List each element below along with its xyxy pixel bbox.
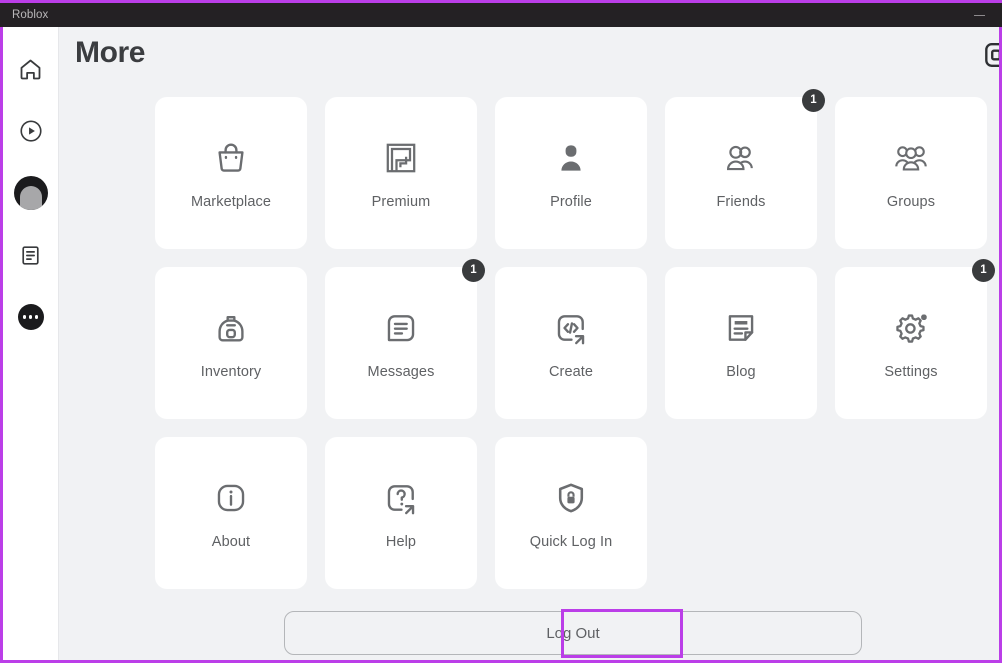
tile-blog[interactable]: Blog [665, 267, 817, 419]
status-badge: 1 [802, 89, 825, 112]
play-circle-icon [18, 118, 44, 144]
dot [29, 315, 33, 319]
person-filled-icon [549, 136, 593, 180]
window-title: Roblox [12, 9, 48, 21]
logout-button[interactable]: Log Out [284, 611, 862, 655]
chat-document-icon [18, 243, 43, 268]
avatar-silhouette [20, 186, 42, 210]
tile-label: Quick Log In [530, 534, 613, 550]
tile-inventory[interactable]: Inventory [155, 267, 307, 419]
premium-spiral-icon [379, 136, 423, 180]
dot [35, 315, 39, 319]
shield-lock-icon [549, 476, 593, 520]
info-icon [209, 476, 253, 520]
roblox-app-window: Roblox [0, 0, 1002, 663]
tile-marketplace[interactable]: Marketplace [155, 97, 307, 249]
dot [23, 315, 27, 319]
tile-label: Help [386, 534, 416, 550]
window-titlebar: Roblox [0, 0, 1002, 27]
home-icon [17, 56, 44, 83]
sidebar-item-discover[interactable] [11, 111, 51, 151]
tile-label: Marketplace [191, 194, 271, 210]
tile-label: Friends [716, 194, 765, 210]
main-content: More Mar [59, 27, 999, 660]
friends-icon [719, 136, 763, 180]
left-navigation-rail [3, 27, 59, 660]
tile-help[interactable]: Help [325, 437, 477, 589]
minimize-button[interactable] [956, 3, 1002, 27]
status-badge: 1 [972, 259, 995, 282]
code-link-icon [549, 306, 593, 350]
tile-about[interactable]: About [155, 437, 307, 589]
tile-label: Settings [884, 364, 937, 380]
tile-profile[interactable]: Profile [495, 97, 647, 249]
app-body: More Mar [3, 27, 999, 660]
avatar-icon [14, 176, 48, 210]
tile-label: Profile [550, 194, 592, 210]
tile-label: Groups [887, 194, 935, 210]
tile-label: About [212, 534, 250, 550]
tile-messages[interactable]: 1 Messages [325, 267, 477, 419]
backpack-icon [209, 306, 253, 350]
question-link-icon [379, 476, 423, 520]
robux-icon[interactable] [983, 41, 999, 69]
tile-groups[interactable]: Groups [835, 97, 987, 249]
tile-label: Blog [726, 364, 755, 380]
tile-quick-log-in[interactable]: Quick Log In [495, 437, 647, 589]
tile-create[interactable]: Create [495, 267, 647, 419]
groups-icon [889, 136, 933, 180]
tile-label: Messages [368, 364, 435, 380]
more-menu-grid: Marketplace Premium [155, 97, 991, 589]
tile-friends[interactable]: 1 Friends [665, 97, 817, 249]
more-dots-icon [18, 304, 44, 330]
tile-label: Create [549, 364, 593, 380]
status-badge: 1 [462, 259, 485, 282]
blog-document-icon [719, 306, 763, 350]
sidebar-item-chat[interactable] [11, 235, 51, 275]
tile-label: Premium [372, 194, 431, 210]
minimize-icon [974, 15, 985, 16]
page-title: More [75, 36, 145, 70]
message-icon [379, 306, 423, 350]
tile-label: Inventory [201, 364, 262, 380]
sidebar-item-home[interactable] [11, 49, 51, 89]
tile-premium[interactable]: Premium [325, 97, 477, 249]
tile-settings[interactable]: 1 Settings [835, 267, 987, 419]
window-controls [956, 3, 1002, 27]
sidebar-item-more[interactable] [11, 297, 51, 337]
logout-row: Log Out [155, 611, 991, 655]
sidebar-item-avatar[interactable] [11, 173, 51, 213]
gear-sparkle-icon [889, 306, 933, 350]
shopping-bag-icon [209, 136, 253, 180]
